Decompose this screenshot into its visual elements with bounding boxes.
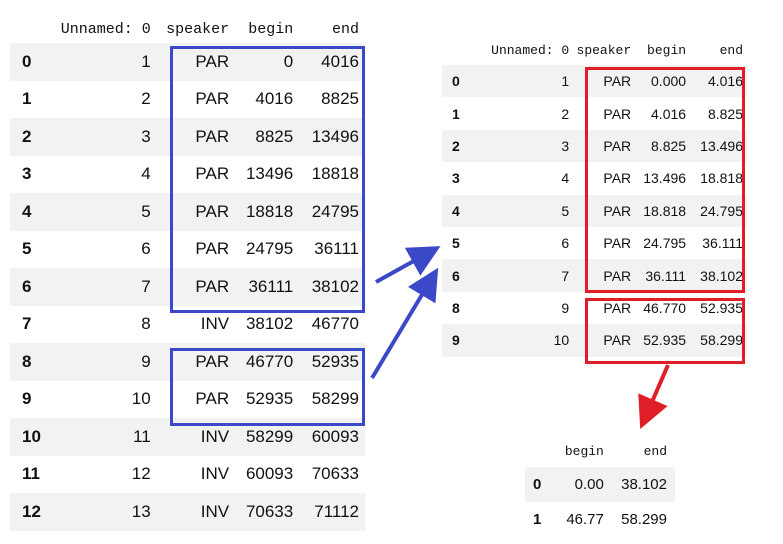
arrow-icon — [370, 267, 439, 380]
arrow-icon — [375, 246, 441, 284]
arrows-overlay — [370, 246, 670, 430]
arrow-icon — [638, 364, 670, 430]
